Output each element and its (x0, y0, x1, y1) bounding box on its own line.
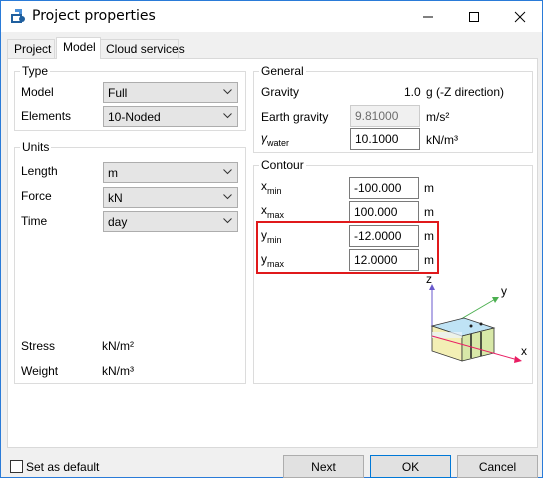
next-button[interactable]: Next (283, 455, 364, 478)
chevron-down-icon (223, 113, 232, 119)
gamma-water-unit: kN/m³ (426, 133, 458, 147)
xmax-label: xmax (261, 203, 285, 220)
contour-group: Contour xmin -100.000 m xmax 100.000 m y… (253, 158, 533, 384)
contour-legend: Contour (259, 158, 306, 172)
earth-gravity-field: 9.81000 (350, 105, 420, 127)
axis-y-label: y (501, 284, 507, 298)
app-icon (10, 8, 26, 24)
cancel-button[interactable]: Cancel (457, 455, 538, 478)
close-icon (514, 11, 526, 23)
force-label: Force (21, 189, 52, 203)
gamma-subscript: water (267, 138, 290, 148)
gamma-water-label: γwater (261, 131, 290, 148)
tab-cloud-services[interactable]: Cloud services (99, 39, 185, 59)
earth-gravity-label: Earth gravity (261, 110, 329, 124)
close-button[interactable] (497, 1, 543, 32)
stress-value: kN/m² (102, 339, 134, 353)
tab-model[interactable]: Model (56, 37, 101, 59)
ok-button[interactable]: OK (370, 455, 451, 478)
weight-label: Weight (21, 364, 59, 378)
maximize-icon (469, 12, 479, 22)
xmin-sub: min (267, 186, 282, 196)
gravity-value: 1.0 (404, 85, 421, 99)
axis-z-label: z (426, 272, 432, 286)
time-label: Time (21, 214, 48, 228)
gamma-water-field[interactable]: 10.1000 (350, 128, 420, 150)
weight-value: kN/m³ (102, 364, 134, 378)
elements-label: Elements (21, 109, 72, 123)
set-as-default-label: Set as default (26, 460, 100, 474)
general-legend: General (259, 64, 306, 78)
length-label: Length (21, 164, 58, 178)
xmax-sub: max (267, 210, 285, 220)
general-group: General Gravity 1.0 g (-Z direction) Ear… (253, 64, 533, 153)
chevron-down-icon (223, 218, 232, 224)
force-select[interactable]: kN (103, 187, 238, 208)
window-title: Project properties (32, 8, 156, 24)
model-tab-page: Type Model Full Elements 10-Noded Units … (7, 58, 538, 448)
chevron-down-icon (223, 169, 232, 175)
maximize-button[interactable] (451, 1, 497, 32)
units-legend: Units (20, 140, 52, 154)
tab-project[interactable]: Project (7, 39, 55, 59)
stress-label: Stress (21, 339, 56, 353)
elements-select[interactable]: 10-Noded (103, 106, 238, 127)
xmax-field[interactable]: 100.000 (349, 201, 419, 223)
length-select-value: m (108, 166, 118, 180)
project-properties-window: Project properties Project Model Cloud s… (0, 0, 543, 478)
type-legend: Type (20, 64, 51, 78)
time-select[interactable]: day (103, 211, 238, 232)
gravity-label: Gravity (261, 85, 300, 99)
time-select-value: day (108, 215, 128, 229)
force-select-value: kN (108, 191, 123, 205)
model-axes-illustration (429, 284, 522, 363)
elements-select-value: 10-Noded (108, 110, 161, 124)
earth-gravity-unit: m/s² (426, 110, 450, 124)
xmax-unit: m (424, 205, 434, 219)
xmin-label: xmin (261, 179, 282, 196)
gravity-unit: g (-Z direction) (426, 85, 505, 99)
model-select[interactable]: Full (103, 82, 238, 103)
units-group: Units Length m Force kN Time day Stress … (14, 140, 246, 384)
chevron-down-icon (223, 89, 232, 95)
model-label: Model (21, 85, 54, 99)
title-bar: Project properties (1, 1, 542, 32)
length-select[interactable]: m (103, 162, 238, 183)
set-as-default-checkbox[interactable] (10, 460, 23, 473)
axis-x-label: x (521, 344, 527, 358)
minimize-button[interactable] (405, 1, 451, 32)
y-range-highlight (256, 221, 439, 274)
xmin-unit: m (424, 181, 434, 195)
chevron-down-icon (223, 194, 232, 200)
xmin-field[interactable]: -100.000 (349, 177, 419, 199)
model-select-value: Full (108, 86, 128, 100)
type-group: Type Model Full Elements 10-Noded (14, 64, 246, 131)
minimize-icon (423, 16, 433, 18)
